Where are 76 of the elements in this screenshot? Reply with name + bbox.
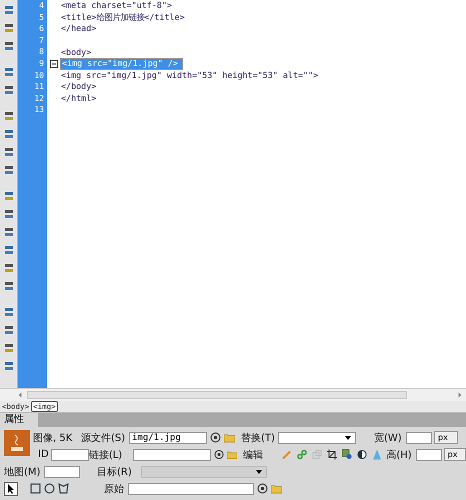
field-label: 替换(T) bbox=[241, 432, 276, 444]
width-field[interactable] bbox=[406, 432, 432, 444]
toolbar-icon[interactable] bbox=[2, 146, 14, 158]
scroll-left-icon[interactable] bbox=[18, 392, 23, 398]
toolbar-icon[interactable] bbox=[2, 190, 14, 202]
toolbar-icon[interactable] bbox=[2, 208, 14, 220]
image-refresh-icon[interactable] bbox=[342, 449, 352, 460]
code-line: <title>给图片加链接</title> bbox=[60, 12, 186, 23]
field-label: 原始 bbox=[104, 482, 125, 496]
line-number: 9 bbox=[39, 58, 45, 70]
code-line: <meta charset="utf-8"> bbox=[60, 0, 173, 12]
toolbar-icon[interactable] bbox=[2, 164, 14, 176]
line-number: 4 bbox=[39, 0, 45, 12]
scroll-right-icon[interactable] bbox=[457, 392, 462, 398]
toolbar-icon[interactable] bbox=[2, 324, 14, 336]
line-number: 12 bbox=[34, 92, 45, 104]
toolbar-icon[interactable] bbox=[2, 110, 14, 122]
field-label: 宽(W) bbox=[374, 432, 403, 444]
polygon-tool-icon[interactable] bbox=[58, 483, 69, 494]
code-line: </body> bbox=[60, 81, 98, 92]
unit-dropdown[interactable]: px bbox=[434, 431, 458, 444]
pointer-tool-icon[interactable] bbox=[4, 482, 18, 496]
field-label: 编辑 bbox=[242, 448, 264, 462]
source-field[interactable]: img/1.jpg bbox=[129, 432, 207, 444]
circle-tool-icon[interactable] bbox=[44, 483, 55, 494]
caret-icon bbox=[256, 470, 262, 474]
line-number: 5 bbox=[39, 12, 45, 24]
toolbar-icon[interactable] bbox=[2, 128, 14, 140]
properties-tab[interactable]: 属性 bbox=[0, 413, 38, 427]
field-label: 地图(M) bbox=[4, 466, 42, 478]
link-field[interactable] bbox=[132, 448, 211, 460]
image-file-icon bbox=[4, 430, 30, 456]
link-icon[interactable] bbox=[296, 449, 307, 460]
field-label: ID bbox=[38, 449, 50, 460]
line-number: 11 bbox=[34, 81, 45, 93]
unit-dropdown[interactable]: px bbox=[444, 448, 466, 461]
toolbar-icon[interactable] bbox=[2, 262, 14, 274]
caret-icon bbox=[345, 436, 351, 440]
target-icon[interactable] bbox=[214, 449, 224, 460]
field-label: 高(H) bbox=[386, 448, 413, 462]
field-label: 链接(L) bbox=[88, 448, 124, 462]
crop-icon[interactable] bbox=[327, 449, 338, 460]
code-line: <body> bbox=[60, 46, 92, 58]
line-number: 6 bbox=[39, 23, 45, 35]
map-field[interactable] bbox=[44, 466, 80, 478]
alt-dropdown[interactable] bbox=[278, 432, 356, 444]
toolbar-icon[interactable] bbox=[2, 280, 14, 292]
toolbar-icon[interactable] bbox=[2, 40, 14, 52]
toolbar-icon[interactable] bbox=[2, 244, 14, 256]
image-info: 图像, 5K bbox=[33, 432, 74, 445]
toolbar-icon[interactable] bbox=[2, 4, 14, 16]
rectangle-tool-icon[interactable] bbox=[30, 483, 41, 494]
toolbar-icon[interactable] bbox=[2, 66, 14, 78]
original-field[interactable] bbox=[128, 482, 254, 494]
height-field[interactable] bbox=[416, 448, 442, 460]
code-line: </html> bbox=[60, 93, 98, 104]
toolbar-icon[interactable] bbox=[2, 342, 14, 354]
contrast-icon[interactable] bbox=[357, 449, 368, 460]
field-label: 目标(R) bbox=[97, 466, 133, 478]
toolbar-icon[interactable] bbox=[2, 306, 14, 318]
line-number: 7 bbox=[39, 34, 45, 46]
line-number: 13 bbox=[34, 104, 45, 116]
collapse-icon[interactable] bbox=[50, 60, 58, 68]
toolbar-icon[interactable] bbox=[2, 84, 14, 96]
line-number: 10 bbox=[34, 70, 45, 82]
toolbar-icon[interactable] bbox=[2, 226, 14, 238]
id-field[interactable] bbox=[50, 448, 89, 460]
line-number: 8 bbox=[39, 46, 45, 58]
code-line: <img src="img/1.jpg" width="53" height="53" alt=""> bbox=[60, 70, 320, 81]
toolbar-icon[interactable] bbox=[2, 360, 14, 372]
target-icon[interactable] bbox=[210, 432, 221, 443]
toolbar-icon[interactable] bbox=[2, 22, 14, 34]
scrollbar-thumb[interactable] bbox=[27, 391, 407, 399]
field-label: 源文件(S) bbox=[81, 432, 126, 444]
code-line: </head> bbox=[60, 23, 98, 34]
target-icon[interactable] bbox=[257, 483, 268, 494]
